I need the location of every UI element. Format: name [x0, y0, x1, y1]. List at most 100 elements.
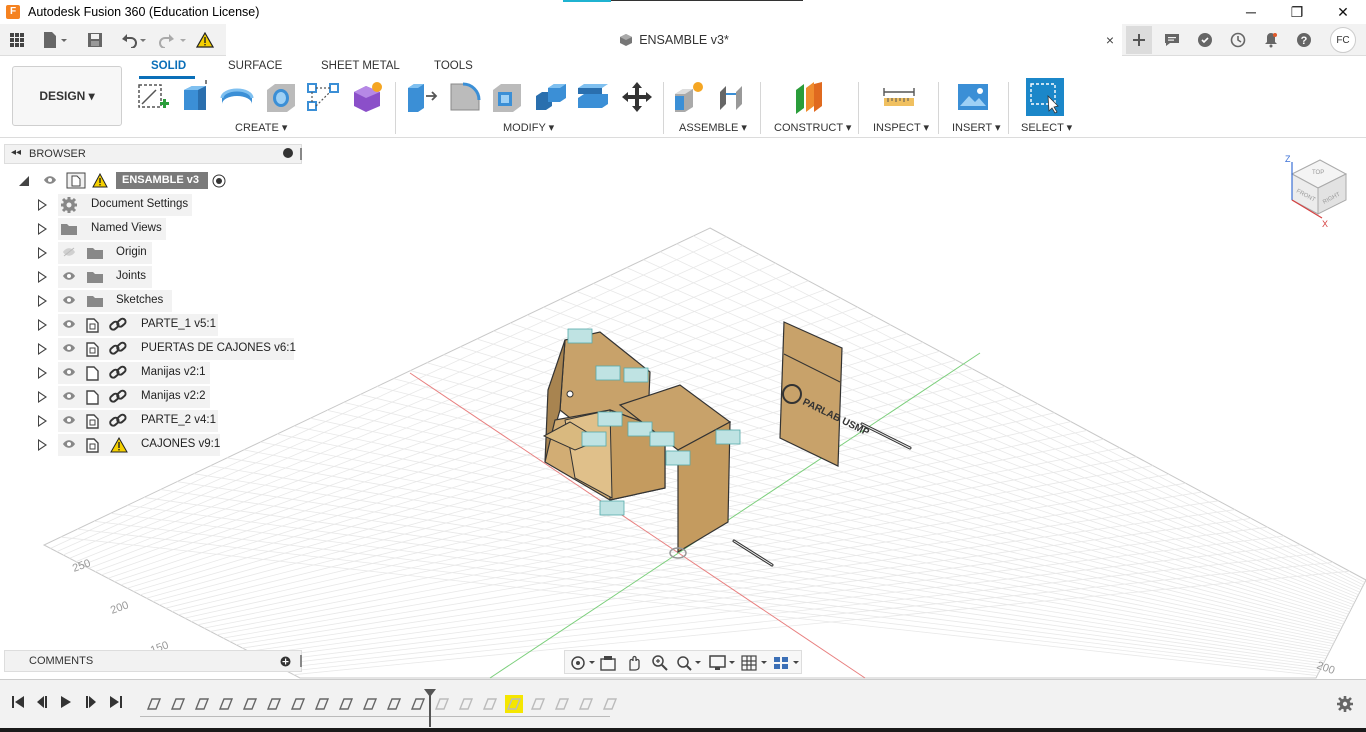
press-pull-icon[interactable] — [404, 80, 438, 114]
file-menu-icon[interactable] — [38, 28, 72, 52]
expand-icon[interactable] — [38, 367, 47, 379]
fit-icon[interactable] — [675, 654, 703, 672]
expand-icon[interactable] — [38, 319, 47, 331]
undo-icon[interactable] — [116, 28, 150, 52]
timeline-feature-icon[interactable] — [169, 695, 187, 713]
create-form-icon[interactable] — [350, 80, 384, 114]
new-component-icon[interactable] — [672, 80, 706, 114]
expand-icon[interactable] — [38, 271, 47, 283]
visibility-eye-icon[interactable] — [62, 415, 76, 425]
group-select[interactable]: SELECT ▾ — [1021, 121, 1072, 134]
go-to-end-icon[interactable] — [108, 694, 124, 710]
offset-plane-icon[interactable] — [792, 80, 826, 114]
tab-tools[interactable]: TOOLS — [434, 60, 473, 72]
viewports-icon[interactable] — [773, 654, 801, 672]
browser-item-parte-1[interactable]: PARTE_1 v5:1 — [0, 314, 300, 336]
browser-item-document-settings[interactable]: Document Settings — [0, 194, 300, 216]
revolve-icon[interactable] — [220, 80, 254, 114]
comments-pin-icon[interactable] — [300, 655, 302, 667]
tab-solid[interactable]: SOLID — [151, 60, 186, 72]
timeline-feature-icon[interactable] — [361, 695, 379, 713]
timeline-feature-icon[interactable] — [457, 695, 475, 713]
history-icon[interactable] — [1226, 28, 1250, 52]
group-inspect[interactable]: INSPECT ▾ — [873, 121, 929, 134]
browser-root[interactable]: ENSAMBLE v3 — [0, 170, 240, 192]
tab-surface[interactable]: SURFACE — [228, 60, 282, 72]
orbit-icon[interactable] — [569, 654, 597, 672]
fillet-icon[interactable] — [448, 80, 482, 114]
timeline-feature-icon[interactable] — [577, 695, 595, 713]
combine-icon[interactable] — [534, 80, 568, 114]
browser-item-parte-2[interactable]: PARTE_2 v4:1 — [0, 410, 300, 432]
expand-icon[interactable] — [38, 391, 47, 403]
viewcube[interactable]: TOP FRONT RIGHT Z X — [1285, 154, 1348, 229]
hole-icon[interactable] — [264, 80, 298, 114]
group-modify[interactable]: MODIFY ▾ — [503, 121, 554, 134]
visibility-eye-icon[interactable] — [62, 343, 76, 353]
timeline-feature-icon[interactable] — [265, 695, 283, 713]
expand-icon[interactable] — [38, 223, 47, 235]
job-status-icon[interactable] — [1193, 28, 1217, 52]
zoom-icon[interactable] — [651, 654, 669, 672]
visibility-eye-icon[interactable] — [62, 295, 76, 305]
comments-icon[interactable] — [1160, 28, 1184, 52]
shell-icon[interactable] — [490, 80, 524, 114]
collapse-root-icon[interactable] — [18, 175, 30, 187]
visibility-eye-icon[interactable] — [62, 367, 76, 377]
visibility-eye-icon[interactable] — [62, 391, 76, 401]
timeline-feature-icon[interactable] — [433, 695, 451, 713]
comments-panel[interactable]: COMMENTS — [4, 650, 302, 672]
close-tab-icon[interactable]: × — [1106, 32, 1114, 48]
insert-image-icon[interactable] — [956, 80, 990, 114]
group-assemble[interactable]: ASSEMBLE ▾ — [679, 121, 747, 134]
timeline-feature-icon[interactable] — [409, 695, 427, 713]
browser-item-puertas-de-cajones[interactable]: PUERTAS DE CAJONES v6:1 — [0, 338, 300, 360]
timeline-feature-icon[interactable] — [193, 695, 211, 713]
hidden-eye-icon[interactable] — [62, 247, 76, 257]
expand-icon[interactable] — [38, 247, 47, 259]
notifications-icon[interactable] — [1259, 28, 1283, 52]
expand-icon[interactable] — [38, 439, 47, 451]
browser-item-sketches[interactable]: Sketches — [0, 290, 300, 312]
activate-radio-icon[interactable] — [212, 174, 226, 188]
save-icon[interactable] — [84, 28, 106, 52]
timeline-feature-icon[interactable] — [385, 695, 403, 713]
root-label[interactable]: ENSAMBLE v3 — [116, 172, 208, 189]
redo-icon[interactable] — [156, 28, 190, 52]
visibility-eye-icon[interactable] — [43, 175, 57, 185]
browser-panel-header[interactable]: ◂◂ BROWSER — [4, 144, 302, 164]
document-tab[interactable]: ENSAMBLE v3* × — [226, 24, 1122, 56]
browser-pin-icon[interactable] — [300, 148, 302, 160]
timeline-feature-icon[interactable] — [241, 695, 259, 713]
timeline-settings-gear-icon[interactable] — [1336, 695, 1354, 713]
play-icon[interactable] — [58, 694, 74, 710]
timeline-feature-icon[interactable] — [313, 695, 331, 713]
go-to-start-icon[interactable] — [10, 694, 26, 710]
timeline-feature-icon[interactable] — [145, 695, 163, 713]
timeline-feature-icon[interactable] — [529, 695, 547, 713]
select-icon[interactable] — [1026, 78, 1064, 116]
expand-icon[interactable] — [38, 295, 47, 307]
split-body-icon[interactable] — [576, 80, 610, 114]
group-insert[interactable]: INSERT ▾ — [952, 121, 1001, 134]
joint-icon[interactable] — [716, 80, 750, 114]
timeline-feature-icon[interactable] — [289, 695, 307, 713]
browser-item-manijas-2[interactable]: Manijas v2:2 — [0, 386, 300, 408]
visibility-eye-icon[interactable] — [62, 319, 76, 329]
display-settings-icon[interactable] — [709, 654, 737, 672]
expand-icon[interactable] — [38, 199, 47, 211]
measure-icon[interactable] — [882, 80, 916, 114]
warning-icon[interactable] — [194, 28, 216, 52]
help-icon[interactable]: ? — [1292, 28, 1316, 52]
workspace-switcher[interactable]: DESIGN ▾ — [12, 66, 122, 126]
pattern-icon[interactable] — [306, 80, 340, 114]
browser-item-named-views[interactable]: Named Views — [0, 218, 300, 240]
maximize-icon[interactable]: ❐ — [1274, 0, 1320, 24]
extrude-icon[interactable] — [178, 80, 212, 114]
look-at-icon[interactable] — [599, 654, 617, 672]
grid-settings-icon[interactable] — [741, 654, 769, 672]
group-construct[interactable]: CONSTRUCT ▾ — [774, 121, 851, 134]
timeline-feature-icon[interactable] — [481, 695, 499, 713]
browser-item-cajones[interactable]: CAJONES v9:1 — [0, 434, 300, 456]
move-copy-icon[interactable] — [620, 80, 654, 114]
